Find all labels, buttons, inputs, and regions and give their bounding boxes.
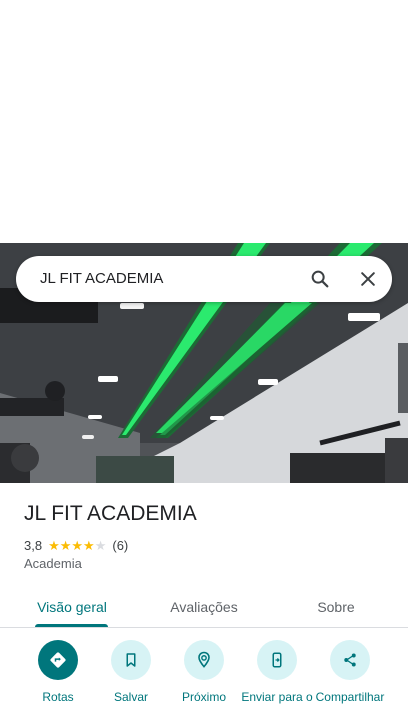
send-to-phone-icon	[257, 640, 297, 680]
review-count[interactable]: (6)	[112, 538, 128, 553]
place-category[interactable]: Academia	[24, 556, 82, 571]
active-tab-indicator	[35, 624, 108, 627]
tab-bar: Visão geral Avaliações Sobre	[0, 586, 408, 628]
tab-overview[interactable]: Visão geral	[18, 586, 126, 628]
send-to-phone-button[interactable]: Enviar para o	[240, 640, 314, 704]
directions-button[interactable]: Rotas	[21, 640, 95, 704]
star-icon: ★	[48, 537, 60, 553]
place-title: JL FIT ACADEMIA	[24, 502, 197, 525]
tab-about[interactable]: Sobre	[282, 586, 390, 628]
send-to-phone-label: Enviar para o	[241, 690, 313, 704]
star-icon: ★	[83, 537, 95, 553]
nearby-icon	[184, 640, 224, 680]
directions-label: Rotas	[42, 690, 74, 704]
share-button[interactable]: Compartilhar	[313, 640, 387, 704]
star-rating: ★ ★ ★ ★ ★	[48, 539, 106, 552]
map-area[interactable]	[0, 0, 408, 243]
place-page: JL FIT ACADEMIA JL FIT ACADEMIA 3,8 ★ ★ …	[0, 0, 408, 726]
directions-icon	[38, 640, 78, 680]
star-empty-icon: ★	[94, 537, 107, 553]
search-input[interactable]: JL FIT ACADEMIA	[40, 270, 163, 287]
save-button[interactable]: Salvar	[94, 640, 168, 704]
close-icon[interactable]	[354, 265, 382, 293]
nearby-button[interactable]: Próximo	[167, 640, 241, 704]
action-bar: Rotas Salvar Próximo Enviar para o Compa…	[0, 640, 408, 726]
star-icon: ★	[71, 537, 84, 553]
rating-value: 3,8	[24, 537, 43, 553]
search-icon[interactable]	[306, 265, 334, 293]
share-label: Compartilhar	[315, 690, 385, 704]
save-label: Salvar	[113, 690, 148, 704]
rating-row[interactable]: 3,8 ★ ★ ★ ★ ★ (6)	[24, 536, 128, 554]
bookmark-icon	[111, 640, 151, 680]
nearby-label: Próximo	[181, 690, 226, 704]
share-icon	[330, 640, 370, 680]
star-icon: ★	[59, 537, 72, 553]
tab-reviews[interactable]: Avaliações	[150, 586, 258, 628]
search-bar[interactable]: JL FIT ACADEMIA	[16, 256, 392, 302]
